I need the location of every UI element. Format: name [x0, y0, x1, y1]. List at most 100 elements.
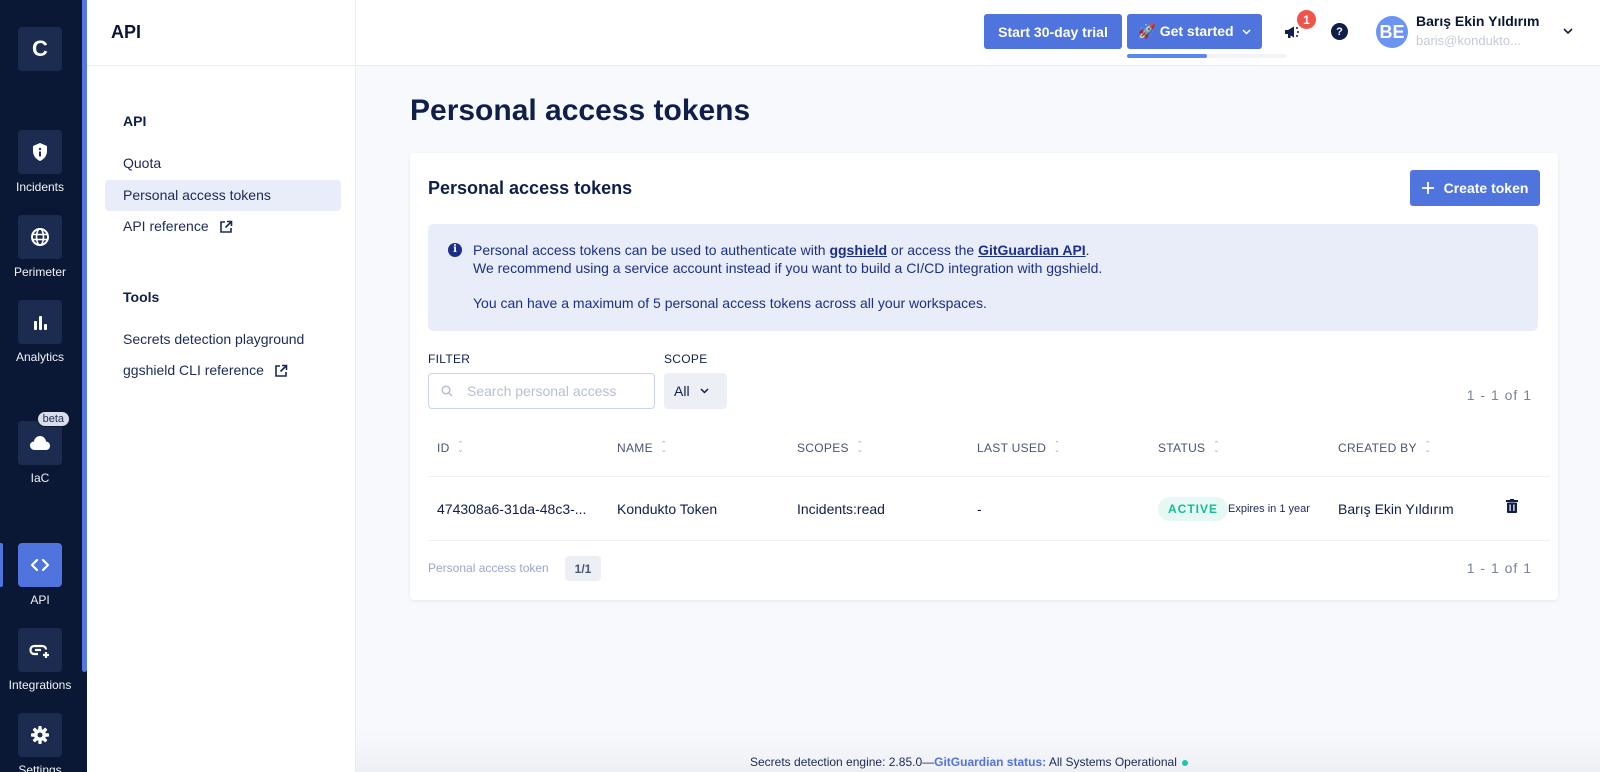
sort-icon: ⌃ ⌄: [457, 441, 464, 454]
column-label: LAST USED: [977, 441, 1047, 455]
cloud-icon: [30, 436, 50, 450]
get-started-button[interactable]: 🚀 Get started: [1127, 14, 1262, 49]
column-header-created-by[interactable]: CREATED BY ⌃ ⌄: [1338, 441, 1431, 455]
start-trial-button[interactable]: Start 30-day trial: [984, 14, 1122, 49]
footer-page-indicator: 1/1: [565, 556, 601, 581]
user-email: baris@kondukto...: [1416, 33, 1521, 48]
tokens-card: Personal access tokens Create token i Pe…: [410, 153, 1558, 600]
top-bar: [356, 0, 1600, 66]
user-menu-toggle[interactable]: [1562, 26, 1574, 36]
subnav-item-quota[interactable]: Quota: [105, 148, 341, 179]
filter-label: FILTER: [428, 352, 471, 366]
subnav-item-ggshield-cli-reference[interactable]: ggshield CLI reference: [105, 355, 341, 386]
sort-icon: ⌃ ⌄: [660, 441, 668, 454]
token-scopes: Incidents:read: [797, 501, 885, 517]
info-icon: i: [448, 243, 462, 257]
column-label: SCOPES: [797, 441, 849, 455]
ggshield-link[interactable]: ggshield: [829, 242, 887, 258]
gitguardian-status-link[interactable]: GitGuardian status:: [934, 755, 1046, 769]
footer-label: Personal access token: [428, 561, 549, 575]
main-nav-rail: C Incidents Perimeter Analytics beta IaC…: [0, 0, 87, 772]
section-title-tools: Tools: [123, 289, 160, 305]
nav-analytics[interactable]: Analytics: [0, 300, 80, 364]
nav-incidents[interactable]: Incidents: [0, 130, 80, 194]
sort-icon: ⌃ ⌄: [1054, 441, 1061, 454]
subnav-item-personal-access-tokens[interactable]: Personal access tokens: [105, 180, 341, 211]
search-input[interactable]: [467, 383, 647, 399]
nav-integrations[interactable]: Integrations: [0, 628, 80, 692]
subnav-title: API: [87, 0, 355, 66]
shield-info-icon: [33, 143, 47, 161]
search-field[interactable]: [428, 373, 655, 409]
info-text: Personal access tokens can be used to au…: [473, 242, 830, 258]
nav-api[interactable]: API: [0, 543, 80, 607]
nav-perimeter[interactable]: Perimeter: [0, 215, 80, 279]
info-text: .: [1085, 242, 1090, 258]
delete-token-button[interactable]: [1506, 499, 1518, 518]
subnav-item-label: API reference: [123, 218, 209, 234]
subnav-item-label: ggshield CLI reference: [123, 362, 264, 378]
token-name: Kondukto Token: [617, 501, 718, 517]
nav-label: Perimeter: [13, 265, 66, 279]
nav-label: Incidents: [15, 180, 65, 194]
subnav-item-label: Secrets detection playground: [123, 331, 305, 347]
create-token-label: Create token: [1443, 180, 1529, 196]
nav-settings[interactable]: Settings: [0, 713, 80, 772]
chevron-down-icon: [700, 388, 709, 394]
user-name: Barış Ekin Yıldırım: [1416, 13, 1540, 29]
nav-label: Integrations: [8, 678, 72, 692]
status-text: Secrets detection engine: 2.85.0—GitGuar…: [750, 755, 1188, 769]
engine-version: Secrets detection engine: 2.85.0—: [750, 755, 935, 769]
column-header-name[interactable]: NAME ⌃ ⌄: [617, 441, 667, 455]
user-avatar[interactable]: BE: [1376, 16, 1408, 48]
info-line-1: Personal access tokens can be used to au…: [473, 241, 1538, 259]
column-label: STATUS: [1158, 441, 1206, 455]
subnav-item-api-reference[interactable]: API reference: [105, 211, 341, 242]
sort-icon: ⌃ ⌄: [1424, 441, 1431, 454]
column-header-id[interactable]: ID ⌃ ⌄: [437, 441, 464, 455]
subnav-item-secrets-playground[interactable]: Secrets detection playground: [105, 324, 341, 355]
section-title-api: API: [123, 113, 147, 129]
status-badge: ACTIVE: [1158, 497, 1229, 521]
token-created-by: Barış Ekin Yıldırım: [1338, 501, 1454, 517]
row-divider: [428, 476, 1550, 477]
column-label: CREATED BY: [1338, 441, 1417, 455]
create-token-button[interactable]: Create token: [1410, 170, 1540, 206]
nav-iac[interactable]: beta IaC: [0, 411, 80, 485]
scope-select[interactable]: All: [664, 373, 727, 409]
column-header-last-used[interactable]: LAST USED ⌃ ⌄: [977, 441, 1060, 455]
onboarding-progress: [1127, 54, 1287, 58]
token-id: 474308a6-31da-48c3-...: [437, 501, 587, 517]
api-subnav: API API Quota Personal access tokens API…: [87, 0, 356, 772]
nav-label: IaC: [30, 471, 50, 485]
column-label: ID: [437, 441, 450, 455]
token-expiry: Expires in 1 year: [1228, 503, 1310, 515]
bar-chart-icon: [34, 316, 47, 330]
info-line-2: We recommend using a service account ins…: [473, 260, 1103, 276]
pagination-bottom: 1 - 1 of 1: [1466, 560, 1532, 576]
sort-icon: ⌃ ⌄: [1213, 441, 1220, 454]
onboarding-progress-fill: [1127, 54, 1207, 58]
link-plus-icon: [29, 644, 49, 658]
status-indicator-dot: [1181, 759, 1188, 766]
help-button[interactable]: ?: [1331, 23, 1348, 40]
gitguardian-api-link[interactable]: GitGuardian API: [978, 242, 1086, 258]
info-banner: i Personal access tokens can be used to …: [428, 224, 1538, 331]
get-started-label: 🚀 Get started: [1138, 23, 1234, 39]
plus-icon: [1421, 182, 1434, 194]
column-header-scopes[interactable]: SCOPES ⌃ ⌄: [797, 441, 863, 455]
card-title: Personal access tokens: [428, 178, 633, 198]
notification-count-badge: 1: [1297, 10, 1316, 29]
workspace-logo[interactable]: C: [18, 27, 62, 71]
external-link-icon: [275, 364, 288, 377]
help-icon: ?: [1336, 25, 1343, 38]
subnav-item-label: Personal access tokens: [123, 187, 271, 203]
nav-label: Analytics: [15, 350, 65, 364]
globe-icon: [31, 228, 49, 246]
info-line-3: You can have a maximum of 5 personal acc…: [473, 295, 987, 311]
pagination-top: 1 - 1 of 1: [1466, 387, 1532, 403]
page-title: Personal access tokens: [410, 94, 751, 127]
sort-icon: ⌃ ⌄: [856, 441, 863, 454]
scope-value: All: [674, 383, 690, 399]
column-header-status[interactable]: STATUS ⌃ ⌄: [1158, 441, 1220, 455]
